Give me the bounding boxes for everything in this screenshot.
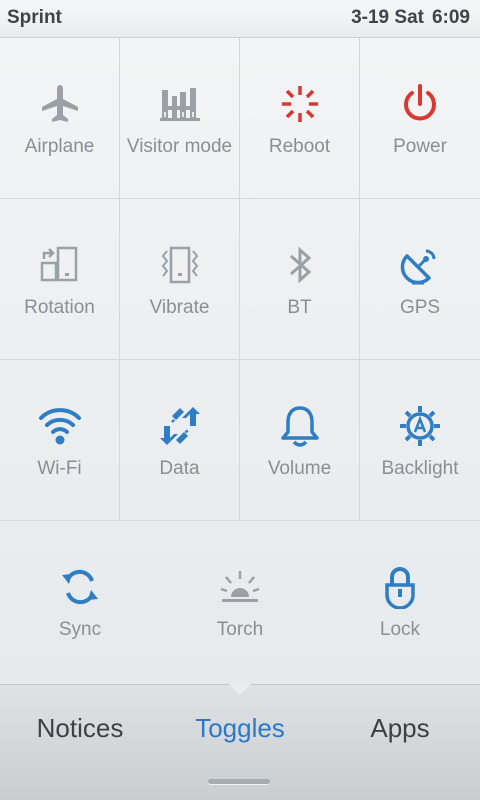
toggle-lock[interactable]: Lock	[320, 521, 480, 684]
time-text: 6:09	[431, 7, 470, 28]
airplane-icon	[38, 82, 82, 126]
gps-icon	[398, 243, 442, 287]
tab-bar: Notices Toggles Apps	[0, 684, 480, 800]
toggle-power[interactable]: Power	[360, 38, 480, 199]
toggle-label: Airplane	[24, 136, 95, 157]
visitor-mode-icon	[158, 82, 202, 126]
vibrate-icon	[158, 243, 202, 287]
toggle-label: Backlight	[381, 458, 459, 479]
toggle-torch[interactable]: Torch	[160, 521, 320, 684]
reboot-icon	[278, 82, 322, 126]
power-icon	[398, 82, 442, 126]
data-icon	[158, 404, 202, 448]
wifi-icon	[38, 404, 82, 448]
toggle-grid: Airplane Visitor mode Reboot Power Rotat…	[0, 38, 480, 684]
sync-icon	[58, 565, 102, 609]
toggle-label: Sync	[58, 619, 102, 640]
toggle-reboot[interactable]: Reboot	[240, 38, 360, 199]
torch-icon	[218, 565, 262, 609]
bluetooth-icon	[278, 243, 322, 287]
toggle-label: Wi-Fi	[37, 458, 82, 479]
toggle-label: Rotation	[24, 297, 95, 318]
volume-icon	[278, 404, 322, 448]
status-bar: Sprint 3-19 Sat 6:09	[0, 0, 480, 38]
toggle-visitor-mode[interactable]: Visitor mode	[120, 38, 240, 199]
toggle-label: Lock	[379, 619, 421, 640]
toggle-vibrate[interactable]: Vibrate	[120, 199, 240, 360]
backlight-icon	[398, 404, 442, 448]
toggle-bluetooth[interactable]: BT	[240, 199, 360, 360]
toggle-sync[interactable]: Sync	[0, 521, 160, 684]
toggle-rotation[interactable]: Rotation	[0, 199, 120, 360]
toggle-label: Volume	[267, 458, 332, 479]
toggle-label: Power	[393, 136, 447, 157]
toggle-label: GPS	[399, 297, 441, 318]
date-text: 3-19 Sat	[351, 7, 424, 28]
toggle-label: Torch	[216, 619, 264, 640]
active-tab-pointer	[229, 684, 251, 695]
toggle-airplane[interactable]: Airplane	[0, 38, 120, 199]
toggle-backlight[interactable]: Backlight	[360, 360, 480, 521]
lock-icon	[378, 565, 422, 609]
toggle-wifi[interactable]: Wi-Fi	[0, 360, 120, 521]
toggle-gps[interactable]: GPS	[360, 199, 480, 360]
toggle-label: Visitor mode	[126, 136, 233, 157]
toggle-label: BT	[287, 297, 312, 318]
tab-toggles[interactable]: Toggles	[160, 713, 320, 744]
toggle-label: Data	[159, 458, 200, 479]
toggle-volume[interactable]: Volume	[240, 360, 360, 521]
carrier-name: Sprint	[7, 7, 62, 28]
toggle-label: Vibrate	[149, 297, 210, 318]
rotation-icon	[38, 243, 82, 287]
toggle-label: Reboot	[268, 136, 331, 157]
tab-notices[interactable]: Notices	[0, 713, 160, 744]
toggle-data[interactable]: Data	[120, 360, 240, 521]
drag-handle[interactable]	[208, 779, 270, 784]
tab-apps[interactable]: Apps	[320, 713, 480, 744]
clock: 3-19 Sat 6:09	[351, 7, 470, 29]
